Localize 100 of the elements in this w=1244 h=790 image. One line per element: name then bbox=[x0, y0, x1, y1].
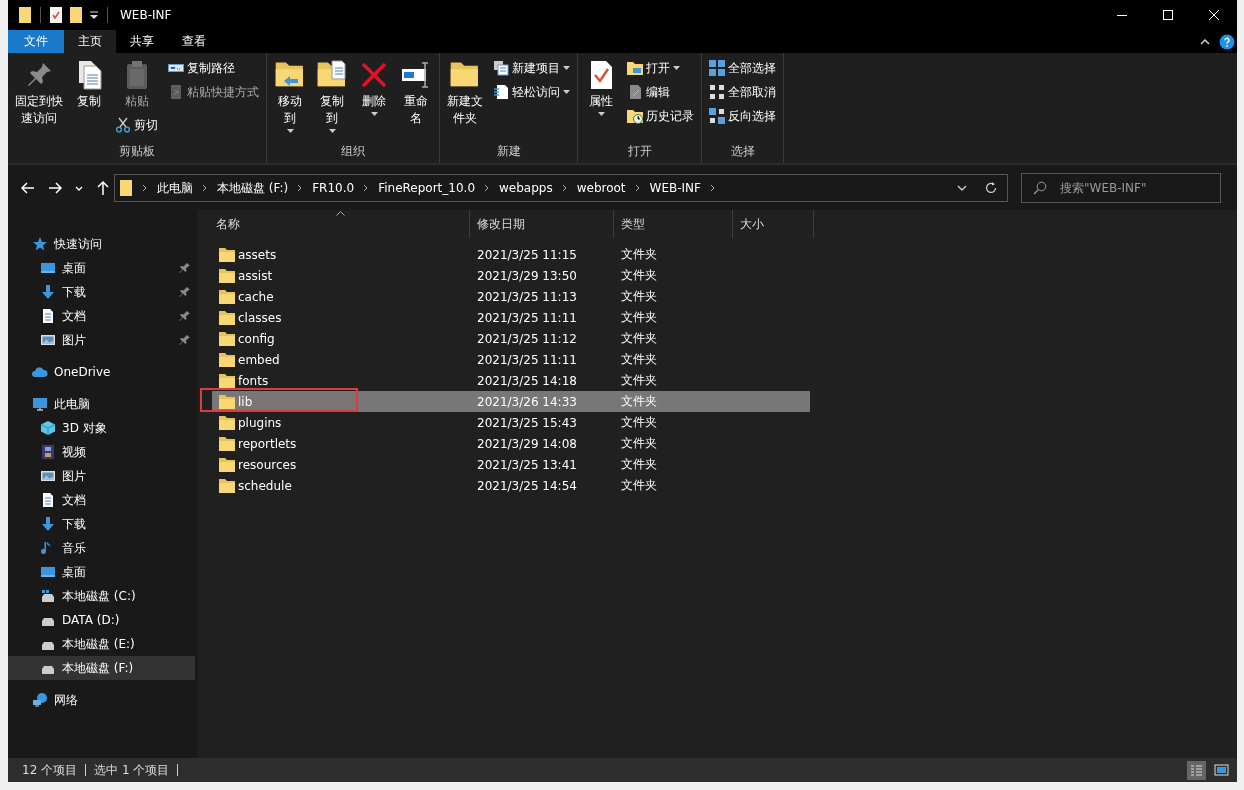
star-icon bbox=[32, 236, 48, 252]
ribbon-button[interactable]: 复制到 bbox=[313, 57, 351, 135]
breadcrumb[interactable]: 此电脑 bbox=[157, 179, 193, 197]
ribbon-tab[interactable]: 主页 bbox=[64, 30, 116, 53]
file-row[interactable]: config 2021/3/25 11:12 文件夹 bbox=[212, 328, 810, 349]
ribbon-small-button[interactable]: 全部选择 bbox=[706, 57, 779, 79]
sidebar-item[interactable]: 快速访问 bbox=[8, 232, 195, 256]
column-header[interactable]: 名称 bbox=[212, 210, 470, 238]
sidebar-item[interactable]: 视频 bbox=[8, 440, 195, 464]
ribbon-tab[interactable]: 共享 bbox=[116, 30, 168, 53]
column-header[interactable]: 类型 bbox=[614, 210, 733, 238]
table-cell: 文件夹 bbox=[621, 414, 657, 431]
ribbon-button[interactable]: 复制 bbox=[70, 57, 108, 112]
column-header[interactable]: 修改日期 bbox=[470, 210, 614, 238]
chevron-icon[interactable] bbox=[484, 184, 491, 192]
easy-access-icon bbox=[493, 84, 509, 100]
breadcrumb[interactable]: FR10.0 bbox=[312, 181, 355, 195]
file-row[interactable]: reportlets 2021/3/29 14:08 文件夹 bbox=[212, 433, 810, 454]
sidebar-item[interactable]: 3D 对象 bbox=[8, 416, 195, 440]
chevron-icon[interactable] bbox=[363, 184, 370, 192]
ribbon-small-button[interactable]: 轻松访问 bbox=[490, 81, 573, 103]
pin-icon[interactable] bbox=[179, 286, 191, 298]
ribbon-button[interactable]: 移动到 bbox=[271, 57, 309, 135]
sidebar-item[interactable]: 本地磁盘 (F:) bbox=[8, 656, 195, 680]
ribbon-button[interactable]: 重命名 bbox=[397, 57, 435, 129]
folder-icon[interactable] bbox=[18, 6, 32, 24]
up-icon[interactable] bbox=[95, 180, 111, 196]
ribbon-small-button[interactable]: 编辑 bbox=[624, 81, 697, 103]
sidebar-item[interactable]: 下载 bbox=[8, 512, 195, 536]
breadcrumb[interactable]: 本地磁盘 (F:) bbox=[217, 179, 289, 197]
ribbon-button[interactable]: 属性 bbox=[582, 57, 620, 118]
file-row[interactable]: embed 2021/3/25 11:11 文件夹 bbox=[212, 349, 810, 370]
sidebar-item[interactable]: 图片 bbox=[8, 328, 195, 352]
chevron-icon[interactable] bbox=[142, 184, 148, 192]
window-title: WEB-INF bbox=[120, 8, 172, 22]
ribbon-button[interactable]: 删除 bbox=[355, 57, 393, 118]
back-icon[interactable] bbox=[20, 180, 36, 196]
forward-icon[interactable] bbox=[47, 180, 63, 196]
sidebar-item[interactable]: 图片 bbox=[8, 464, 195, 488]
file-row[interactable]: assets 2021/3/25 11:15 文件夹 bbox=[212, 244, 810, 265]
customize-dropdown-icon[interactable] bbox=[89, 10, 99, 20]
search-field[interactable]: 搜索"WEB-INF" bbox=[1021, 173, 1221, 203]
ribbon-button[interactable]: 固定到快速访问 bbox=[12, 57, 66, 129]
file-row[interactable]: classes 2021/3/25 11:11 文件夹 bbox=[212, 307, 810, 328]
chevron-icon[interactable] bbox=[710, 184, 716, 192]
folder-icon bbox=[119, 179, 133, 197]
sidebar-item[interactable]: 桌面 bbox=[8, 560, 195, 584]
file-row[interactable]: cache 2021/3/25 11:13 文件夹 bbox=[212, 286, 810, 307]
new-item-icon bbox=[493, 60, 509, 76]
details-view-icon[interactable] bbox=[1187, 760, 1206, 780]
ribbon-small-button[interactable]: 历史记录 bbox=[624, 105, 697, 127]
chevron-icon[interactable] bbox=[561, 184, 568, 192]
sidebar-item[interactable]: 文档 bbox=[8, 488, 195, 512]
sidebar-item[interactable]: OneDrive bbox=[8, 360, 195, 384]
chevron-icon[interactable] bbox=[202, 184, 208, 192]
file-row[interactable]: resources 2021/3/25 13:41 文件夹 bbox=[212, 454, 810, 475]
sidebar-item[interactable]: 音乐 bbox=[8, 536, 195, 560]
ribbon-button[interactable]: 新建文件夹 bbox=[444, 57, 486, 129]
ribbon-small-button[interactable]: 全部取消 bbox=[706, 81, 779, 103]
refresh-icon[interactable] bbox=[984, 181, 998, 195]
file-row[interactable]: assist 2021/3/29 13:50 文件夹 bbox=[212, 265, 810, 286]
file-row[interactable]: lib 2021/3/26 14:33 文件夹 bbox=[212, 391, 810, 412]
ribbon-small-button[interactable]: 反向选择 bbox=[706, 105, 779, 127]
file-menu-tab[interactable]: 文件 bbox=[8, 30, 64, 53]
ribbon-small-button[interactable]: 复制路径 bbox=[165, 57, 262, 79]
breadcrumb[interactable]: webapps bbox=[499, 181, 553, 195]
table-cell: 2021/3/25 11:11 bbox=[477, 352, 577, 367]
pictures-icon bbox=[40, 468, 56, 484]
file-row[interactable]: schedule 2021/3/25 14:54 文件夹 bbox=[212, 475, 810, 496]
sidebar-item[interactable]: DATA (D:) bbox=[8, 608, 195, 632]
sidebar-item[interactable]: 本地磁盘 (E:) bbox=[8, 632, 195, 656]
breadcrumb[interactable]: webroot bbox=[576, 181, 626, 195]
column-header[interactable]: 大小 bbox=[733, 210, 814, 238]
ribbon-small-button[interactable]: 打开 bbox=[624, 57, 697, 79]
pin-icon[interactable] bbox=[179, 334, 191, 346]
sidebar-item[interactable]: 本地磁盘 (C:) bbox=[8, 584, 195, 608]
file-row[interactable]: fonts 2021/3/25 14:18 文件夹 bbox=[212, 370, 810, 391]
sidebar-item[interactable]: 文档 bbox=[8, 304, 195, 328]
address-bar[interactable]: 此电脑 本地磁盘 (F:) FR10.0 FineReport_10.0 webapps webroot WEB-INF bbox=[114, 174, 1008, 202]
chevron-icon[interactable] bbox=[297, 184, 304, 192]
folder-icon bbox=[218, 330, 236, 347]
file-row[interactable]: plugins 2021/3/25 15:43 文件夹 bbox=[212, 412, 810, 433]
sidebar-item[interactable]: 下载 bbox=[8, 280, 195, 304]
chevron-icon[interactable] bbox=[634, 184, 641, 192]
ribbon-small-button[interactable]: 剪切 bbox=[112, 114, 161, 136]
breadcrumb[interactable]: FineReport_10.0 bbox=[378, 181, 476, 195]
pin-icon[interactable] bbox=[179, 310, 191, 322]
sidebar-item[interactable]: 此电脑 bbox=[8, 392, 195, 416]
sidebar-item[interactable]: 桌面 bbox=[8, 256, 195, 280]
help-icon[interactable] bbox=[1219, 33, 1235, 50]
cube-icon bbox=[40, 420, 56, 436]
properties-icon[interactable] bbox=[49, 6, 63, 24]
pin-icon[interactable] bbox=[179, 262, 191, 274]
ribbon-small-button[interactable]: 新建项目 bbox=[490, 57, 573, 79]
sidebar-item[interactable]: 网络 bbox=[8, 688, 195, 712]
file-name: classes bbox=[238, 310, 282, 325]
folder-icon[interactable] bbox=[69, 6, 83, 24]
table-cell: 2021/3/25 14:18 bbox=[477, 373, 577, 388]
ribbon-tab[interactable]: 查看 bbox=[168, 30, 220, 53]
breadcrumb[interactable]: WEB-INF bbox=[649, 181, 701, 195]
